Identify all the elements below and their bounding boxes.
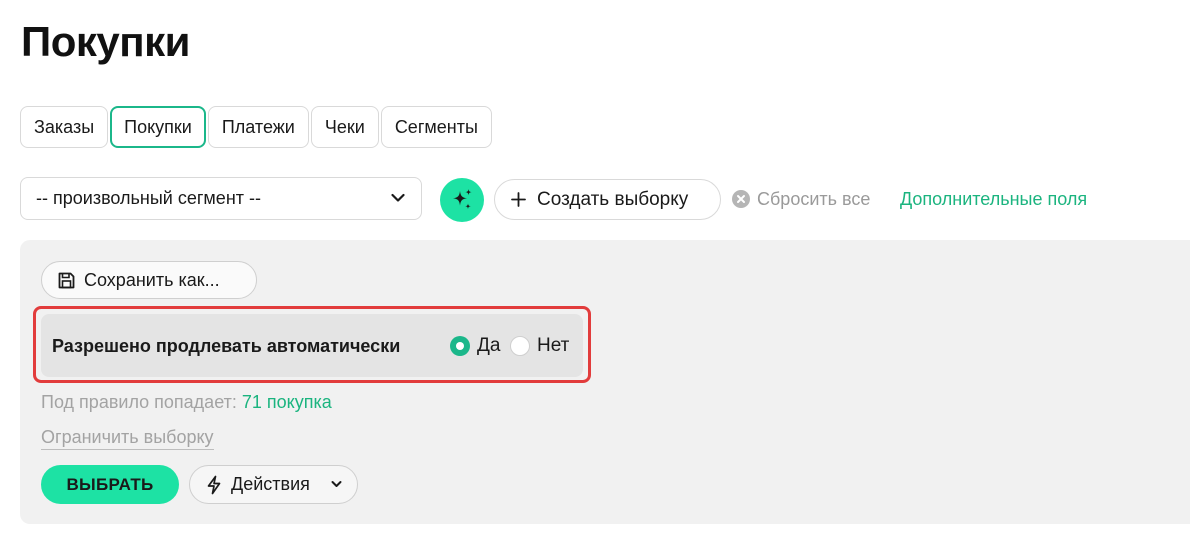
create-selection-label: Создать выборку [537,189,689,210]
close-circle-icon [732,190,750,208]
radio-no[interactable]: Нет [510,334,569,358]
tab-bar: Заказы Покупки Платежи Чеки Сегменты [20,106,492,148]
radio-yes[interactable]: Да [450,334,500,358]
tab-receipts[interactable]: Чеки [310,106,379,148]
radio-no-label: Нет [537,335,570,356]
tab-payments[interactable]: Платежи [207,106,309,148]
actions-label: Действия [231,474,310,494]
segment-select-value: -- произвольный сегмент -- [36,188,261,208]
match-count-link[interactable]: 71 покупка [242,392,332,412]
plus-icon [511,192,526,207]
tab-purchases[interactable]: Покупки [110,106,206,148]
tab-orders[interactable]: Заказы [20,106,109,148]
rule-label: Разрешено продлевать автоматически [52,336,401,356]
lightning-icon [207,475,221,495]
filter-panel: Сохранить как... Разрешено продлевать ав… [20,240,1190,524]
auto-renew-rule: Разрешено продлевать автоматически Да Не… [41,314,583,377]
save-as-label: Сохранить как... [84,270,220,290]
tab-segments[interactable]: Сегменты [380,106,492,148]
floppy-disk-icon [58,272,75,289]
actions-dropdown-button[interactable]: Действия [189,465,358,504]
create-selection-button[interactable]: Создать выборку [494,179,721,220]
select-button[interactable]: ВЫБРАТЬ [41,465,179,504]
match-prefix: Под правило попадает: [41,392,237,412]
reset-all-link[interactable]: Сбросить все [732,187,870,211]
filter-toolbar: -- произвольный сегмент -- Создать выбор… [20,177,1170,222]
ai-assistant-button[interactable] [440,178,484,222]
segment-select[interactable]: -- произвольный сегмент -- [20,177,422,220]
sparkles-icon [453,189,472,210]
save-as-button[interactable]: Сохранить как... [41,261,257,299]
radio-unchecked-icon [510,336,530,356]
radio-checked-icon [450,336,470,356]
reset-all-label: Сбросить все [757,189,871,209]
extra-fields-link[interactable]: Дополнительные поля [900,187,1087,211]
match-summary: Под правило попадает: 71 покупка [41,390,332,414]
radio-yes-label: Да [477,335,501,356]
chevron-down-icon [331,481,342,487]
page-title: Покупки [21,18,190,65]
chevron-down-icon [391,193,405,202]
limit-selection-link[interactable]: Ограничить выборку [41,425,214,450]
